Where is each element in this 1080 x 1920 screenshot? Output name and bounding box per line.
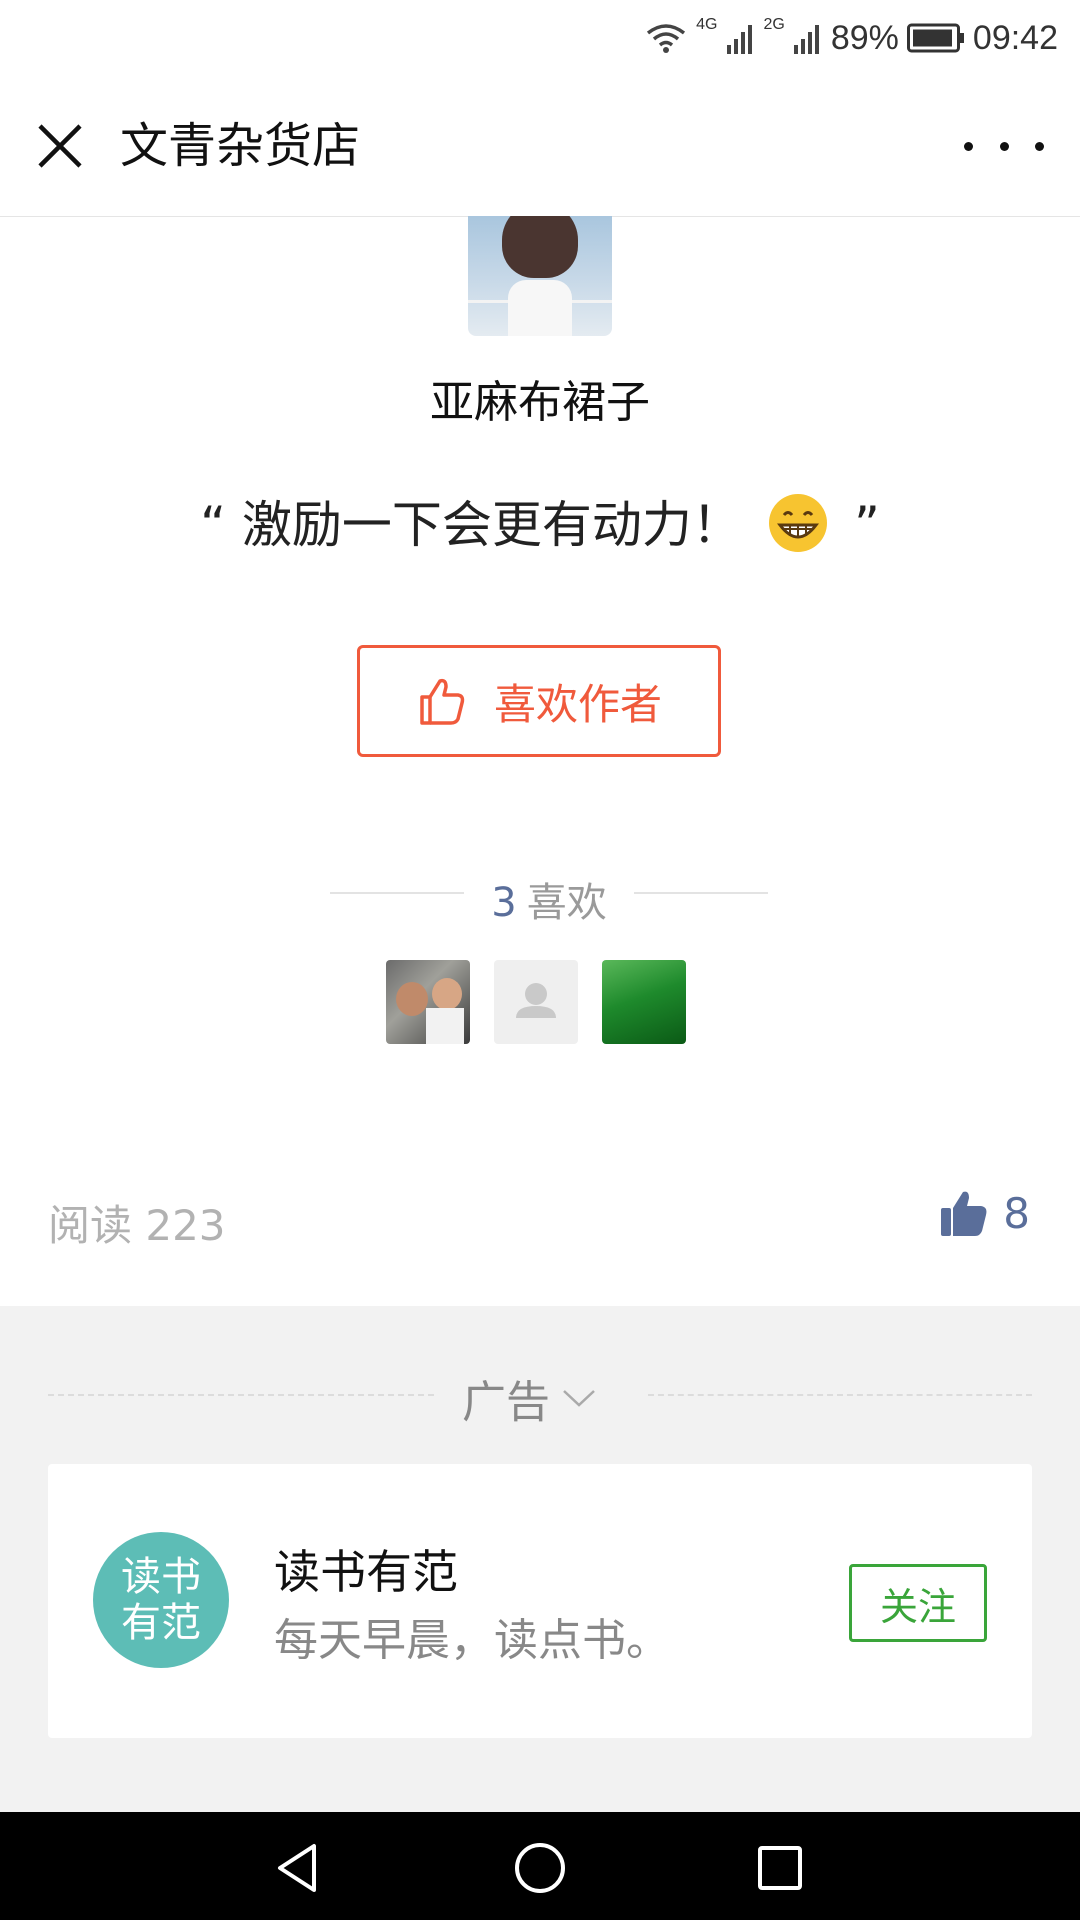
home-button[interactable] xyxy=(510,1838,570,1898)
ad-card[interactable]: 读书 有范 读书有范 每天早晨，读点书。 关注 xyxy=(48,1464,1032,1738)
wifi-icon xyxy=(647,24,686,53)
grin-emoji-icon xyxy=(766,491,830,567)
quote-end: ” xyxy=(853,496,880,554)
title-bar: 文青杂货店 xyxy=(0,76,1080,217)
divider xyxy=(330,892,464,894)
signal-icon-1 xyxy=(726,25,752,54)
back-button[interactable] xyxy=(270,1838,330,1898)
likes-count-text: 3 喜欢 xyxy=(464,870,634,928)
likes-summary: 3 喜欢 xyxy=(0,870,1080,926)
thumb-up-outline-icon xyxy=(420,678,465,725)
ad-account-desc: 每天早晨，读点书。 xyxy=(274,1615,670,1666)
close-icon xyxy=(38,124,82,168)
like-count: 8 xyxy=(1003,1188,1030,1238)
likes-count: 3 xyxy=(491,880,517,926)
author-name: 亚麻布裙子 xyxy=(430,377,650,428)
default-user-icon xyxy=(516,983,556,1018)
read-count: 阅读 223 xyxy=(48,1201,226,1250)
recents-button[interactable] xyxy=(750,1838,810,1898)
more-button[interactable] xyxy=(964,126,1044,166)
ad-logo: 读书 有范 xyxy=(93,1532,229,1668)
follow-button[interactable]: 关注 xyxy=(849,1564,987,1642)
divider xyxy=(634,892,768,894)
likes-label: 喜欢 xyxy=(526,880,607,926)
chevron-down-icon xyxy=(563,1390,595,1407)
ad-label: 广告 xyxy=(462,1377,550,1428)
divider xyxy=(48,1394,434,1396)
liker-avatar[interactable] xyxy=(602,960,686,1044)
avatar-detail xyxy=(502,216,578,278)
status-bar: 4G 2G 89% 09:42 xyxy=(0,0,1080,76)
like-author-label: 喜欢作者 xyxy=(493,679,662,729)
page-title: 文青杂货店 xyxy=(120,118,361,174)
more-icon-dot xyxy=(1035,141,1044,151)
thumb-up-icon xyxy=(941,1191,987,1236)
ad-section: 广告 读书 有范 读书有范 每天早晨，读点书。 关注 xyxy=(0,1306,1080,1812)
like-author-button[interactable]: 喜欢作者 xyxy=(357,645,721,757)
ad-label-toggle[interactable]: 广告 xyxy=(462,1366,596,1430)
recents-square-icon xyxy=(758,1846,802,1890)
network-label-2g: 2G xyxy=(763,16,785,33)
avatar-detail xyxy=(508,280,572,336)
author-avatar[interactable] xyxy=(468,216,612,336)
ad-logo-text: 有范 xyxy=(121,1600,201,1646)
author-quote: “ 激励一下会更有动力！ ” xyxy=(0,485,1080,567)
ad-account-name: 读书有范 xyxy=(274,1545,458,1599)
signal-icon-2 xyxy=(793,25,819,54)
quote-text: “ 激励一下会更有动力！ xyxy=(200,496,742,554)
ad-header: 广告 xyxy=(0,1366,1080,1428)
back-triangle-icon xyxy=(278,1844,316,1892)
more-icon-dot xyxy=(964,141,973,151)
avatar-detail xyxy=(432,978,462,1010)
liker-avatar[interactable] xyxy=(386,960,470,1044)
battery-percent: 89% xyxy=(830,18,899,57)
liker-avatar[interactable] xyxy=(494,960,578,1044)
more-icon-dot xyxy=(999,141,1009,151)
battery-icon xyxy=(906,23,964,53)
ad-logo-text: 读书 xyxy=(121,1554,201,1600)
system-nav-bar xyxy=(0,1812,1080,1920)
network-label-4g: 4G xyxy=(696,16,718,33)
home-circle-icon xyxy=(515,1843,565,1893)
clock: 09:42 xyxy=(972,18,1058,57)
divider xyxy=(648,1394,1032,1396)
avatar-detail xyxy=(396,982,428,1016)
status-icons: 4G 2G 89% 09:42 xyxy=(644,14,1058,62)
like-count-button[interactable]: 8 xyxy=(939,1188,1030,1238)
avatar-detail xyxy=(426,1008,464,1044)
close-button[interactable] xyxy=(28,114,92,178)
